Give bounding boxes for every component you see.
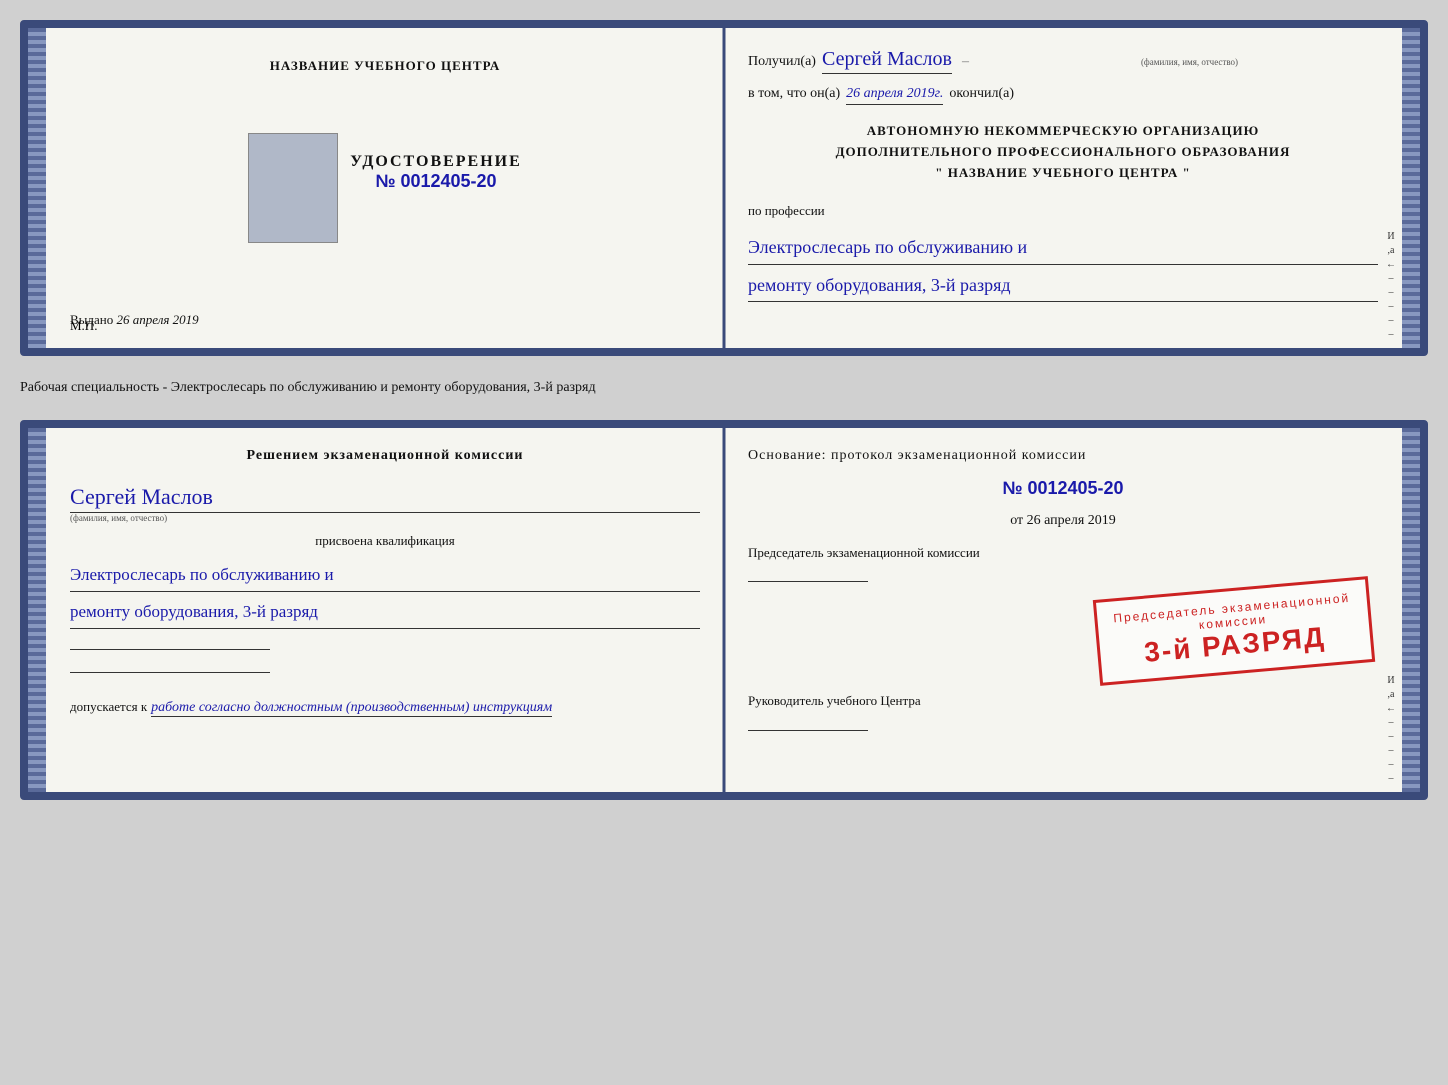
osnovanje-label: Основание: протокол экзаменационной коми… [748,448,1378,464]
dopuskaetsya-label: допускается к [70,699,147,715]
bottom-doc-right: Основание: протокол экзаменационной коми… [724,428,1402,792]
deco-bdash3: – [1389,745,1394,756]
left-text-col: УДОСТОВЕРЕНИЕ № 0012405-20 [350,123,522,192]
rukovoditel-block: Руководитель учебного Центра [748,671,1378,736]
deco-dash5: – [1389,329,1394,340]
deco-arrow: ← [1386,259,1396,270]
deco-bi: И [1387,675,1394,686]
profession-block-bottom: Электрослесарь по обслуживанию и ремонту… [70,559,700,634]
poluchil-line: Получил(а) Сергей Маслов – (фамилия, имя… [748,48,1378,74]
predsedatel-signature [748,562,868,582]
ot-date-value: 26 апреля 2019 [1027,513,1116,528]
org-line2: ДОПОЛНИТЕЛЬНОГО ПРОФЕССИОНАЛЬНОГО ОБРАЗО… [748,142,1378,163]
predsedatel-block: Председатель экзаменационной комиссии [748,543,1378,588]
deco-barrow: ← [1386,703,1396,714]
recipient-name-top: Сергей Маслов [822,48,952,74]
top-left-title: НАЗВАНИЕ УЧЕБНОГО ЦЕНТРА [270,58,501,74]
name-block-bottom: Сергей Маслов (фамилия, имя, отчество) [70,484,700,523]
fio-small-bottom: (фамилия, имя, отчество) [70,513,700,523]
top-doc-left: НАЗВАНИЕ УЧЕБНОГО ЦЕНТРА УДОСТОВЕРЕНИЕ №… [46,28,724,348]
dopuskaetsya-block: допускается к работе согласно должностны… [70,699,700,717]
org-line3: " НАЗВАНИЕ УЧЕБНОГО ЦЕНТРА " [748,163,1378,184]
vydano-date: 26 апреля 2019 [117,312,199,327]
okonchil-label: окончил(а) [949,86,1014,102]
deco-dash4: – [1389,315,1394,326]
separator-text: Рабочая специальность - Электрослесарь п… [20,372,1428,404]
deco-dash3: – [1389,301,1394,312]
rukovoditel-signature [748,711,868,731]
deco-bdash1: – [1389,717,1394,728]
dopuskaetsya-work: работе согласно должностным (производств… [151,700,552,717]
vtom-label: в том, что он(а) [748,86,840,102]
udostoverenie-number: № 0012405-20 [350,171,522,192]
bottom-right-deco-strip [1402,428,1420,792]
deco-bdash5: – [1389,773,1394,784]
vtom-line: в том, что он(а) 26 апреля 2019г. окончи… [748,86,1378,105]
protocol-number: № 0012405-20 [748,478,1378,499]
org-line1: АВТОНОМНУЮ НЕКОММЕРЧЕСКУЮ ОРГАНИЗАЦИЮ [748,121,1378,142]
profession-line2-bottom: ремонту оборудования, 3-й разряд [70,596,700,629]
profession-line2-top: ремонту оборудования, 3-й разряд [748,269,1378,302]
udostoverenie-block: УДОСТОВЕРЕНИЕ № 0012405-20 [350,153,522,192]
bottom-doc-left: Решением экзаменационной комиссии Сергей… [46,428,724,792]
recipient-name-bottom: Сергей Маслов [70,484,700,513]
page-wrapper: НАЗВАНИЕ УЧЕБНОГО ЦЕНТРА УДОСТОВЕРЕНИЕ №… [20,20,1428,800]
ot-label: от [1010,513,1023,528]
po-professii-label: по профессии [748,203,1378,219]
top-document: НАЗВАНИЕ УЧЕБНОГО ЦЕНТРА УДОСТОВЕРЕНИЕ №… [20,20,1428,356]
deco-dash2: – [1389,287,1394,298]
prisvoena-label: присвоена квалификация [70,533,700,549]
stamp: Председатель экзаменационнойкомиссии 3-й… [1093,576,1375,686]
rukovoditel-label: Руководитель учебного Центра [748,691,1378,711]
deco-ba: ,а [1388,689,1395,700]
org-block: АВТОНОМНУЮ НЕКОММЕРЧЕСКУЮ ОРГАНИЗАЦИЮ ДО… [748,121,1378,183]
photo-placeholder [248,133,338,243]
photo-row: УДОСТОВЕРЕНИЕ № 0012405-20 [248,123,522,243]
deco-a: ,а [1388,245,1395,256]
deco-bdash2: – [1389,731,1394,742]
resheniem-title: Решением экзаменационной комиссии [70,448,700,464]
signature-line-bottom2 [70,672,270,673]
profession-line1-bottom: Электрослесарь по обслуживанию и [70,559,700,592]
deco-dash1: – [1389,273,1394,284]
signature-line-bottom [70,649,270,650]
deco-bdash4: – [1389,759,1394,770]
ot-date-bottom: от 26 апреля 2019 [748,513,1378,529]
bottom-document: Решением экзаменационной комиссии Сергей… [20,420,1428,800]
vtom-date: 26 апреля 2019г. [846,86,943,105]
left-deco [28,28,46,348]
udostoverenie-label: УДОСТОВЕРЕНИЕ [350,153,522,171]
bottom-left-deco [28,428,46,792]
fio-small-top: (фамилия, имя, отчество) [1141,57,1238,67]
right-deco-strip [1402,28,1420,348]
profession-line1-top: Электрослесарь по обслуживанию и [748,231,1378,264]
deco-i: И [1387,231,1394,242]
right-deco-bottom: И ,а ← – – – – – [1380,428,1402,792]
mp-label: М.П. [70,318,97,334]
right-deco-top: И ,а ← – – – – – [1380,28,1402,348]
predsedatel-label: Председатель экзаменационной комиссии [748,543,1378,563]
poluchil-label: Получил(а) [748,54,816,70]
profession-block-top: Электрослесарь по обслуживанию и ремонту… [748,231,1378,306]
top-doc-right: Получил(а) Сергей Маслов – (фамилия, имя… [724,28,1402,348]
